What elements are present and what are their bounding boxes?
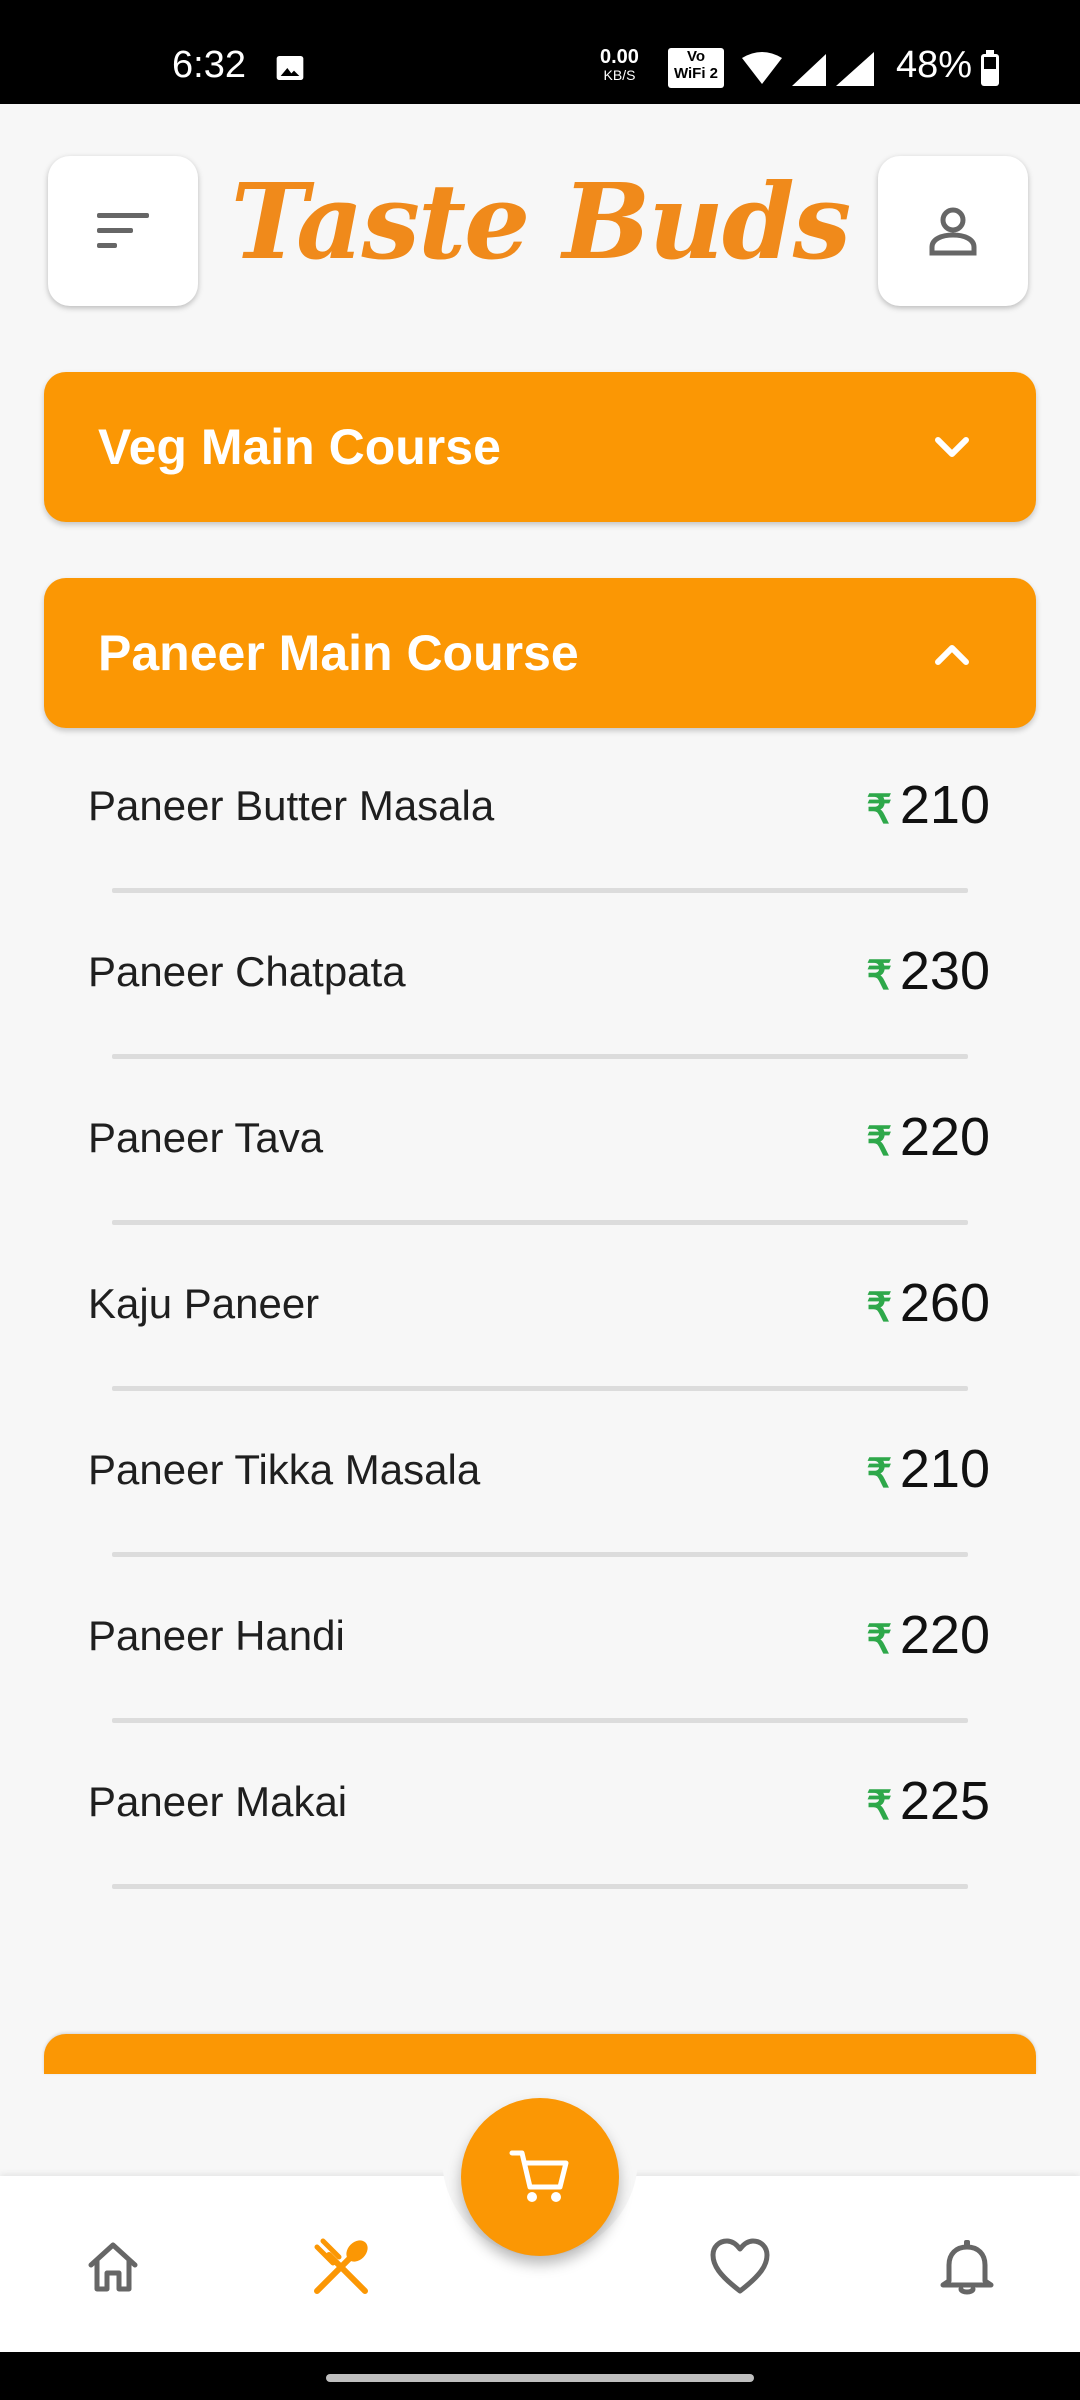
vowifi-icon: Vo WiFi 2: [668, 48, 724, 88]
nav-notifications[interactable]: [932, 2232, 1002, 2302]
item-name: Paneer Handi: [88, 1612, 345, 1659]
list-item[interactable]: Paneer Handi ₹220: [0, 1574, 1080, 1740]
gesture-area: [0, 2352, 1080, 2400]
item-price: ₹230: [866, 941, 990, 1001]
rupee-icon: ₹: [866, 1286, 892, 1330]
section-header-paneer-main-course[interactable]: Paneer Main Course: [44, 578, 1036, 728]
list-item[interactable]: Paneer Tava ₹220: [0, 1076, 1080, 1242]
heart-icon: [710, 2238, 770, 2294]
divider: [112, 888, 968, 893]
nav-favorites[interactable]: [705, 2232, 775, 2302]
divider: [112, 1884, 968, 1889]
item-price: ₹225: [866, 1771, 990, 1831]
item-price: ₹260: [866, 1273, 990, 1333]
battery-percent: 48%: [896, 44, 973, 86]
nav-home[interactable]: [78, 2232, 148, 2302]
item-name: Paneer Makai: [88, 1778, 348, 1825]
rupee-icon: ₹: [866, 1784, 892, 1828]
signal-icons: [742, 52, 874, 86]
chevron-down-icon: [935, 437, 969, 457]
menu-item-list: Paneer Butter Masala ₹210 Paneer Chatpat…: [0, 744, 1080, 1906]
rupee-icon: ₹: [866, 788, 892, 832]
rupee-icon: ₹: [866, 954, 892, 998]
cart-button[interactable]: [461, 2098, 619, 2256]
status-bar: 6:32 0.00 KB/S Vo WiFi 2 48%: [0, 0, 1080, 104]
item-name: Kaju Paneer: [88, 1280, 320, 1327]
home-icon: [88, 2242, 138, 2292]
home-gesture-handle[interactable]: [326, 2374, 754, 2382]
divider: [112, 1054, 968, 1059]
list-item[interactable]: Kaju Paneer ₹260: [0, 1242, 1080, 1408]
divider: [112, 1552, 968, 1557]
nav-menu[interactable]: [306, 2232, 376, 2302]
list-item[interactable]: Paneer Makai ₹225: [0, 1740, 1080, 1906]
item-price: ₹210: [866, 775, 990, 835]
list-item[interactable]: Paneer Butter Masala ₹210: [0, 744, 1080, 910]
divider: [112, 1386, 968, 1391]
battery-icon: [981, 50, 999, 86]
list-item[interactable]: Paneer Chatpata ₹230: [0, 910, 1080, 1076]
chevron-up-icon: [935, 645, 969, 665]
item-name: Paneer Butter Masala: [88, 782, 495, 829]
item-name: Paneer Chatpata: [88, 948, 406, 995]
section-title: Paneer Main Course: [98, 625, 579, 681]
bell-icon: [940, 2240, 994, 2295]
person-icon: [929, 207, 977, 256]
profile-button[interactable]: [878, 156, 1028, 306]
rupee-icon: ₹: [866, 1618, 892, 1662]
divider: [112, 1718, 968, 1723]
section-header-next[interactable]: [44, 2034, 1036, 2074]
item-name: Paneer Tava: [88, 1114, 324, 1161]
list-item[interactable]: Paneer Tikka Masala ₹210: [0, 1408, 1080, 1574]
status-time: 6:32: [172, 44, 246, 86]
divider: [112, 1220, 968, 1225]
item-price: ₹210: [866, 1439, 990, 1499]
item-name: Paneer Tikka Masala: [88, 1446, 481, 1493]
food-menu-icon: [314, 2238, 368, 2294]
section-title: Veg Main Course: [98, 419, 501, 475]
image-notification-icon: [276, 56, 304, 80]
cart-icon: [509, 2150, 569, 2202]
item-price: ₹220: [866, 1107, 990, 1167]
item-price: ₹220: [866, 1605, 990, 1665]
rupee-icon: ₹: [866, 1120, 892, 1164]
rupee-icon: ₹: [866, 1452, 892, 1496]
network-speed: 0.00 KB/S: [600, 46, 639, 83]
section-header-veg-main-course[interactable]: Veg Main Course: [44, 372, 1036, 522]
